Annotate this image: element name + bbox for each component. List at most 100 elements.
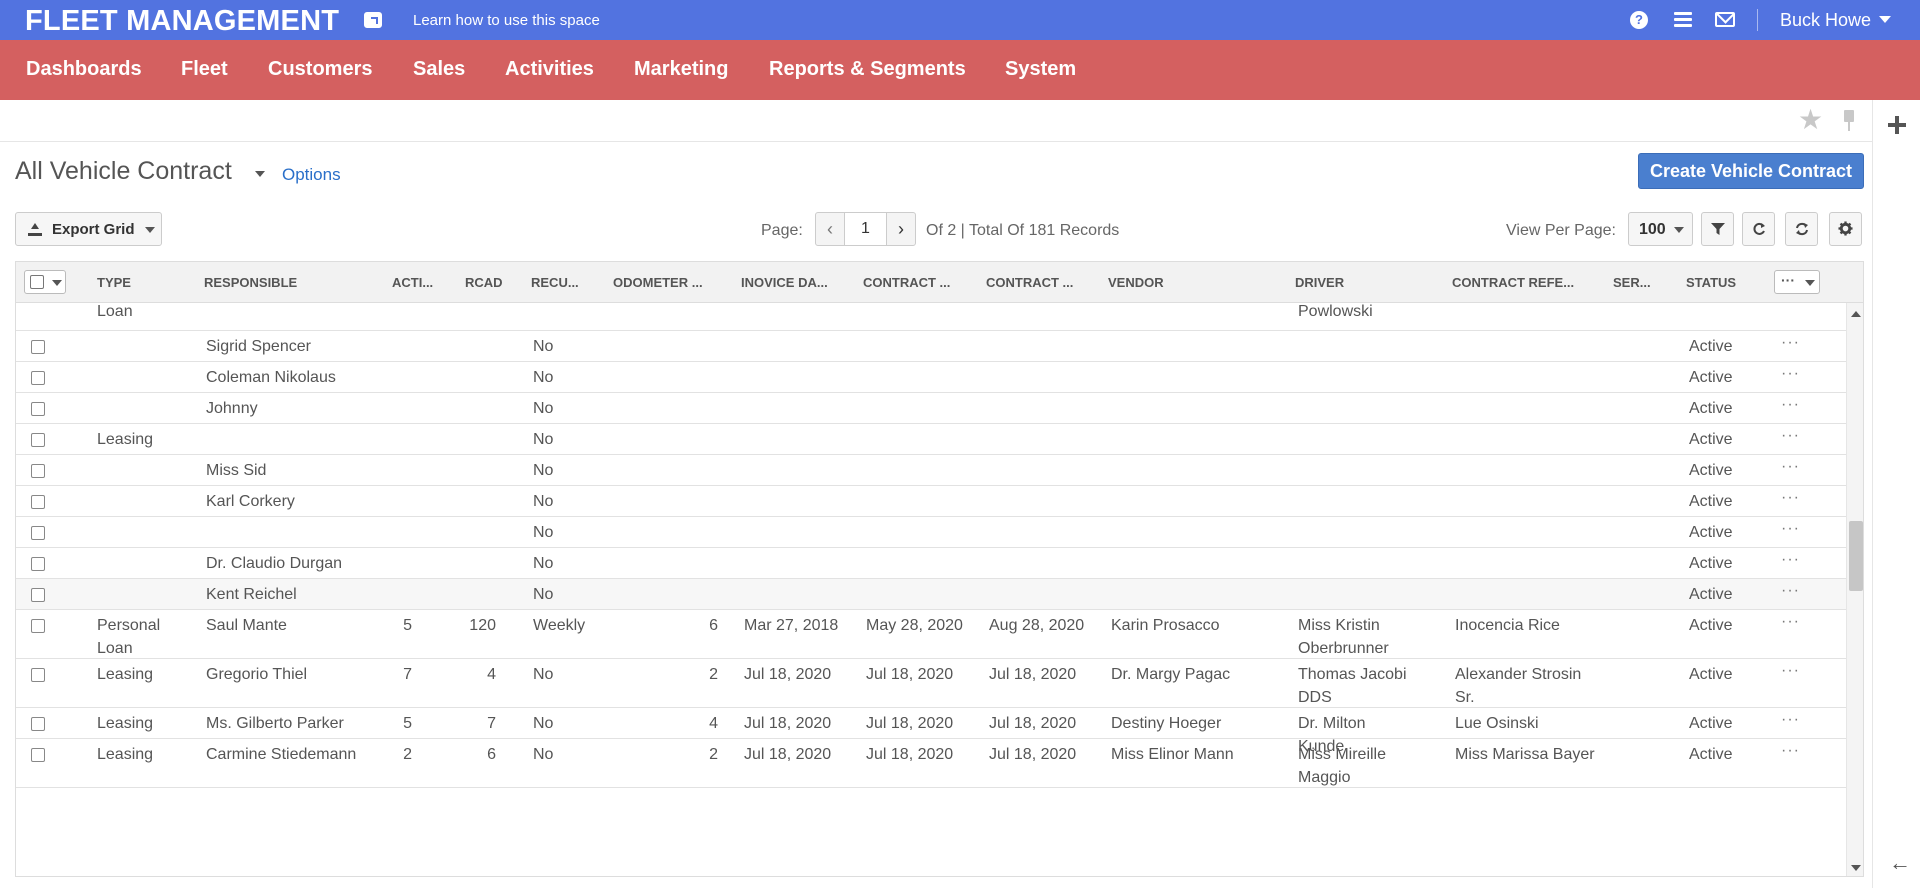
row-actions-icon[interactable]: ··· [1781,334,1800,352]
col-acti[interactable]: ACTI... [392,275,433,290]
star-icon[interactable]: ★ [1798,106,1823,134]
row-actions-icon[interactable]: ··· [1781,613,1800,631]
grid-header: TYPE RESPONSIBLE ACTI... RCAD RECU... OD… [16,262,1863,303]
row-checkbox[interactable] [31,748,45,762]
help-icon[interactable]: ? [1630,11,1648,29]
col-contract-reference[interactable]: CONTRACT REFE... [1452,275,1574,290]
col-driver[interactable]: DRIVER [1295,275,1344,290]
col-status[interactable]: STATUS [1686,275,1736,290]
row-checkbox[interactable] [31,464,45,478]
row-checkbox[interactable] [31,557,45,571]
pin-icon[interactable] [1840,110,1858,132]
row-actions-icon[interactable]: ··· [1781,742,1800,760]
view-per-page-select[interactable]: 100 [1628,212,1693,246]
table-row[interactable]: Leasing Ms. Gilberto Parker 5 7 No 4 Jul 18, 2… [16,708,1846,755]
table-row[interactable]: Miss Sid No Active ··· [16,455,1846,486]
col-recu[interactable]: RECU... [531,275,579,290]
table-row[interactable]: No Active ··· [16,517,1846,548]
arrow-left-icon[interactable]: ← [1889,850,1911,876]
table-row[interactable]: Coleman Nikolaus No Active ··· [16,362,1846,393]
cell-recu: No [533,586,554,603]
page-title[interactable]: All Vehicle Contract [15,157,232,186]
table-row[interactable]: Dr. Claudio Durgan No Active ··· [16,548,1846,579]
row-checkbox[interactable] [31,619,45,633]
table-row[interactable]: Personal Loan Saul Mante 5 120 Weekly 6 Mar 27… [16,610,1846,659]
cell-acti: 5 [403,617,412,634]
scrollbar-thumb[interactable] [1849,521,1863,591]
right-sidebar: ← [1872,100,1920,888]
chevron-down-icon [52,280,62,286]
table-row[interactable]: Leasing Carmine Stiedemann 2 6 No 2 Jul 18, 20… [16,739,1846,788]
row-actions-icon[interactable]: ··· [1781,662,1800,680]
nav-reports-segments[interactable]: Reports & Segments [769,58,966,81]
mail-icon[interactable] [1715,12,1735,27]
table-row[interactable]: Karl Corkery No Active ··· [16,486,1846,517]
create-vehicle-contract-button[interactable]: Create Vehicle Contract [1638,153,1864,189]
scroll-up-icon[interactable] [1851,311,1861,317]
filter-button[interactable] [1701,212,1734,246]
export-grid-button[interactable]: Export Grid [15,212,162,246]
nav-dashboards[interactable]: Dashboards [26,58,142,81]
next-page-button[interactable]: › [886,212,916,246]
col-invoice-date[interactable]: INOVICE DA... [741,275,828,290]
app-brand[interactable]: FLEET MANAGEMENT [25,5,339,38]
learn-link[interactable]: Learn how to use this space [413,12,600,29]
row-checkbox[interactable] [31,717,45,731]
row-actions-icon[interactable]: ··· [1781,365,1800,383]
page-number-input[interactable] [844,212,887,246]
prev-page-button[interactable]: ‹ [815,212,845,246]
external-link-icon[interactable] [364,12,382,28]
scroll-down-icon[interactable] [1851,865,1861,871]
row-checkbox[interactable] [31,526,45,540]
nav-customers[interactable]: Customers [268,58,372,81]
row-actions-icon[interactable]: ··· [1781,551,1800,569]
table-row[interactable]: Sigrid Spencer No Active ··· [16,331,1846,362]
cell-recu: No [533,462,554,479]
row-actions-icon[interactable]: ··· [1781,489,1800,507]
row-actions-icon[interactable]: ··· [1781,520,1800,538]
col-contract-start[interactable]: CONTRACT ... [863,275,950,290]
refresh-button[interactable] [1742,212,1775,246]
row-checkbox[interactable] [31,495,45,509]
col-contract-end[interactable]: CONTRACT ... [986,275,1073,290]
table-row[interactable]: Leasing Gregorio Thiel 7 4 No 2 Jul 18, 2020 Ju… [16,659,1846,708]
row-checkbox[interactable] [31,433,45,447]
user-menu[interactable]: Buck Howe [1780,10,1892,31]
nav-sales[interactable]: Sales [413,58,465,81]
row-checkbox[interactable] [31,340,45,354]
plus-icon[interactable] [1888,116,1906,134]
col-rcad[interactable]: RCAD [465,275,503,290]
nav-marketing[interactable]: Marketing [634,58,728,81]
col-type[interactable]: TYPE [97,275,131,290]
cell-contract-reference: Lue Osinski [1455,715,1539,732]
col-vendor[interactable]: VENDOR [1108,275,1164,290]
row-checkbox[interactable] [31,668,45,682]
row-actions-icon[interactable]: ··· [1781,396,1800,414]
row-actions-icon[interactable]: ··· [1781,427,1800,445]
table-row[interactable]: Leasing No Active ··· [16,424,1846,455]
row-checkbox[interactable] [31,402,45,416]
row-actions-icon[interactable]: ··· [1781,458,1800,476]
nav-system[interactable]: System [1005,58,1076,81]
cell-responsible: Coleman Nikolaus [206,369,336,386]
row-checkbox[interactable] [31,588,45,602]
row-actions-icon[interactable]: ··· [1781,582,1800,600]
options-link[interactable]: Options [282,165,341,185]
list-icon[interactable] [1674,12,1692,28]
column-menu-button[interactable]: ··· [1774,270,1820,294]
col-odometer[interactable]: ODOMETER ... [613,275,703,290]
vertical-scrollbar[interactable] [1846,303,1863,876]
table-row[interactable]: Kent Reichel No Active ··· [16,579,1846,610]
col-responsible[interactable]: RESPONSIBLE [204,275,297,290]
select-all-checkbox[interactable] [24,270,66,294]
reset-button[interactable] [1785,212,1818,246]
row-actions-icon[interactable]: ··· [1781,711,1800,729]
table-row[interactable]: Loan Powlowski [16,303,1846,331]
col-service[interactable]: SER... [1613,275,1651,290]
settings-button[interactable] [1829,212,1862,246]
nav-activities[interactable]: Activities [505,58,594,81]
chevron-down-icon[interactable] [255,171,265,177]
table-row[interactable]: Johnny No Active ··· [16,393,1846,424]
row-checkbox[interactable] [31,371,45,385]
nav-fleet[interactable]: Fleet [181,58,228,81]
